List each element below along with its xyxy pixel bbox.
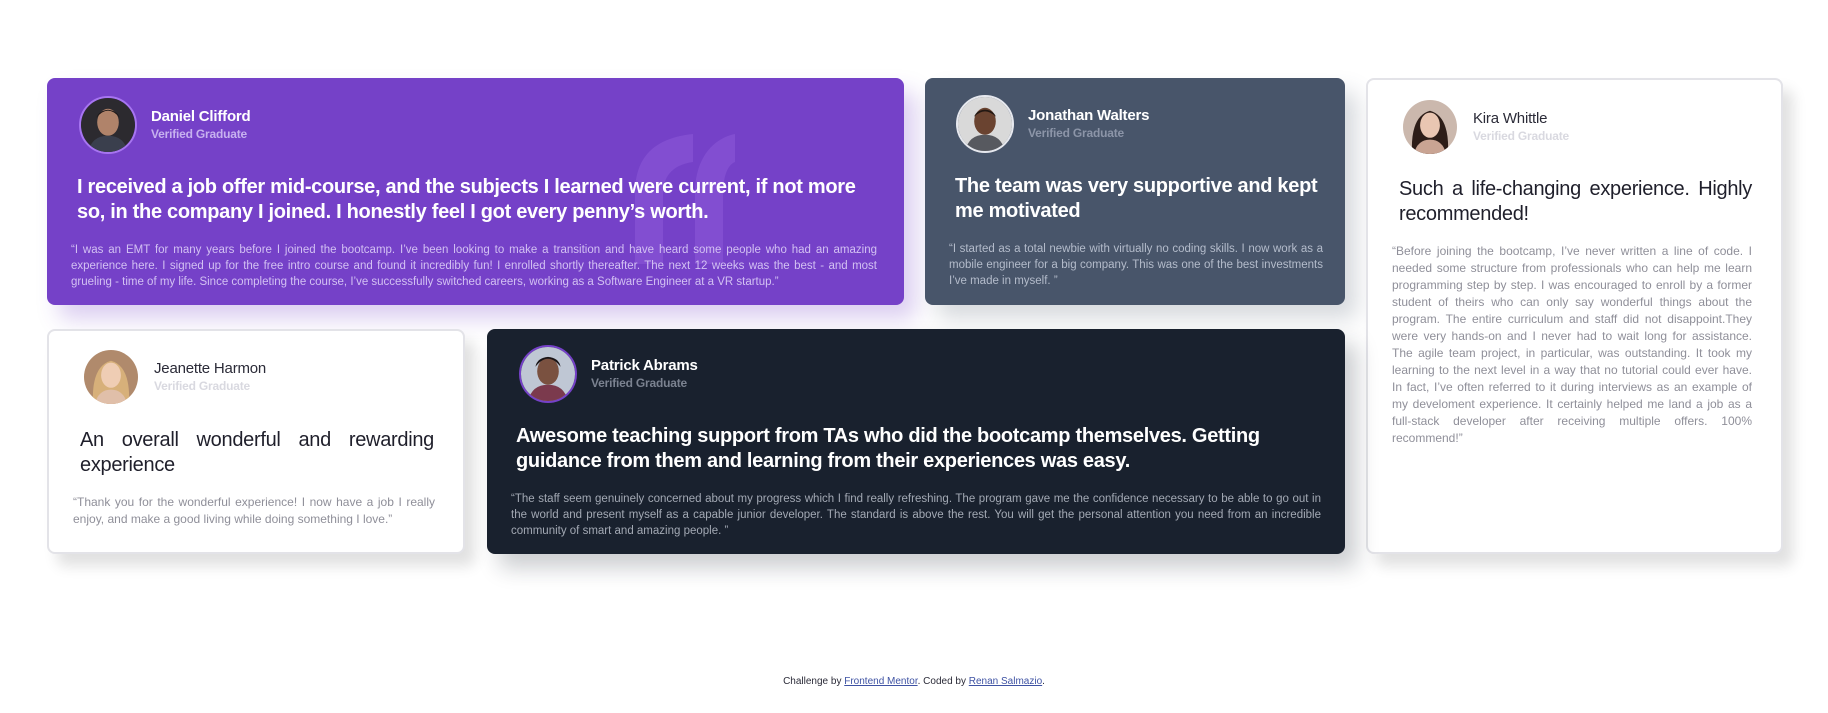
testimonial-body: “The staff seem genuinely concerned abou… xyxy=(511,493,1321,537)
testimonial-card-jeanette: Jeanette Harmon Verified Graduate An ove… xyxy=(47,329,465,554)
author-name: Patrick Abrams xyxy=(591,356,698,374)
testimonial-body: “I was an EMT for many years before I jo… xyxy=(71,244,877,288)
author-name: Kira Whittle xyxy=(1473,109,1548,127)
avatar-photo xyxy=(958,97,1012,151)
avatar xyxy=(79,96,137,154)
author-name: Daniel Clifford xyxy=(151,107,251,125)
testimonial-card-patrick: Patrick Abrams Verified Graduate Awesome… xyxy=(487,329,1345,554)
attribution: Challenge by Frontend Mentor. Coded by R… xyxy=(0,676,1828,687)
author-link[interactable]: Renan Salmazio xyxy=(969,676,1042,687)
testimonial-card-daniel: Daniel Clifford Verified Graduate I rece… xyxy=(47,78,904,305)
author-status: Verified Graduate xyxy=(1028,126,1124,141)
testimonial-headline: I received a job offer mid-course, and t… xyxy=(77,176,856,223)
testimonial-header: Jeanette Harmon Verified Graduate xyxy=(82,348,266,406)
avatar-photo xyxy=(1403,100,1457,154)
attribution-prefix: Challenge by xyxy=(783,676,845,687)
avatar-photo xyxy=(521,347,575,401)
testimonial-header: Patrick Abrams Verified Graduate xyxy=(519,345,698,403)
avatar xyxy=(956,95,1014,153)
avatar xyxy=(519,345,577,403)
avatar-photo xyxy=(81,98,135,152)
attribution-middle: . Coded by xyxy=(917,676,969,687)
frontend-mentor-link[interactable]: Frontend Mentor xyxy=(844,676,917,687)
avatar-photo xyxy=(84,350,138,404)
attribution-suffix: . xyxy=(1042,676,1045,687)
testimonial-headline: Such a life-changing experience. Highly … xyxy=(1399,178,1752,225)
testimonial-body: “I started as a total newbie with virtua… xyxy=(949,243,1323,287)
author-status: Verified Graduate xyxy=(591,376,687,391)
author-name: Jonathan Walters xyxy=(1028,106,1150,124)
testimonial-headline: Awesome teaching support from TAs who di… xyxy=(516,425,1260,472)
testimonial-header: Jonathan Walters Verified Graduate xyxy=(956,95,1149,153)
testimonial-header: Daniel Clifford Verified Graduate xyxy=(79,96,251,154)
avatar xyxy=(82,348,140,406)
testimonial-headline: An overall wonderful and rewarding exper… xyxy=(80,429,434,476)
author-name: Jeanette Harmon xyxy=(154,359,267,377)
testimonial-card-jonathan: Jonathan Walters Verified Graduate The t… xyxy=(925,78,1345,305)
testimonial-headline: The team was very supportive and kept me… xyxy=(955,175,1318,222)
avatar xyxy=(1401,98,1459,156)
testimonial-body: “Before joining the bootcamp, I’ve never… xyxy=(1392,244,1752,445)
author-status: Verified Graduate xyxy=(1473,129,1569,144)
author-status: Verified Graduate xyxy=(151,127,247,142)
testimonial-card-kira: Kira Whittle Verified Graduate Such a li… xyxy=(1366,78,1783,554)
testimonial-header: Kira Whittle Verified Graduate xyxy=(1401,98,1569,156)
author-status: Verified Graduate xyxy=(154,379,250,394)
testimonial-body: “Thank you for the wonderful experience!… xyxy=(73,495,435,526)
